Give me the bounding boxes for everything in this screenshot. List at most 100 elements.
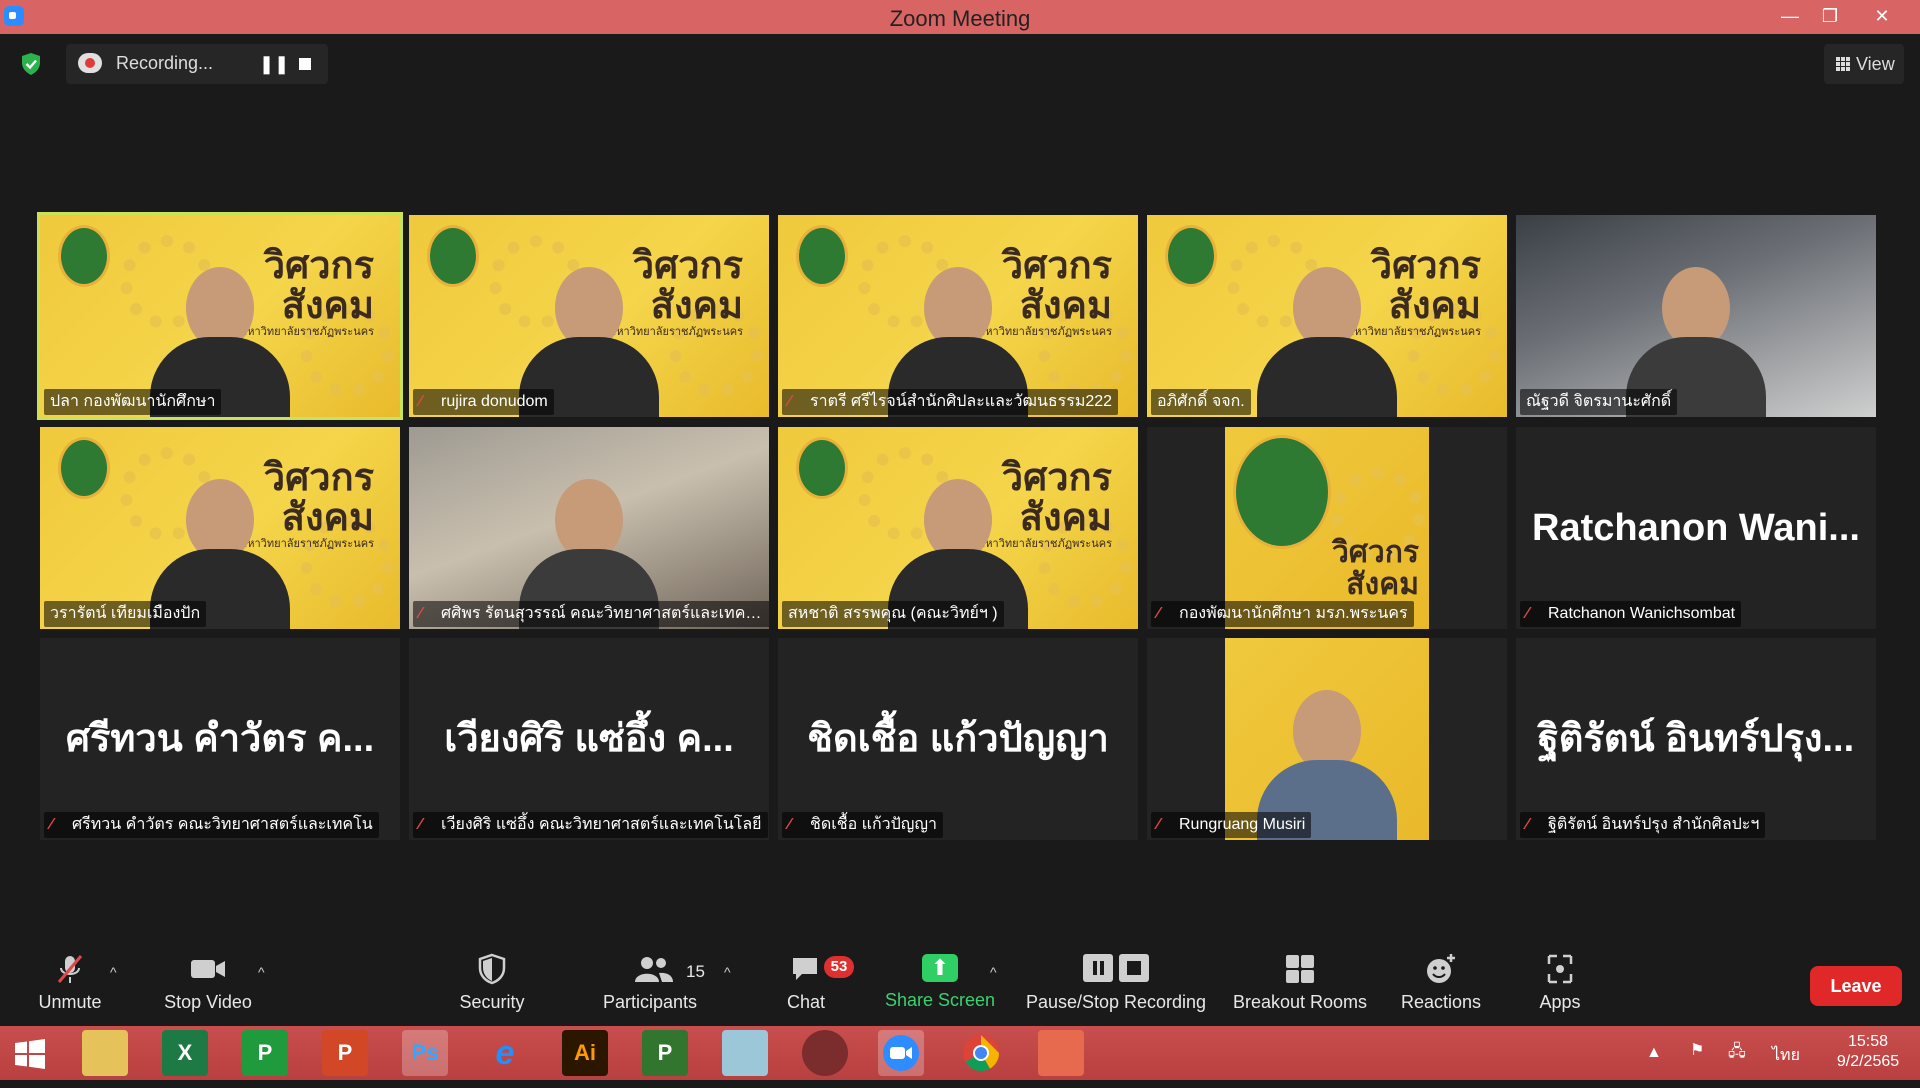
share-screen-icon: ⬆: [922, 954, 958, 982]
video-tile[interactable]: ⁄ Rungruang Musiri: [1147, 638, 1507, 840]
stop-video-button[interactable]: Stop Video: [158, 952, 258, 1013]
minimize-button[interactable]: —: [1770, 2, 1810, 30]
apps-button[interactable]: Apps: [1520, 952, 1600, 1013]
video-tile[interactable]: เวียงศิริ แซ่อึ้ง ค... ⁄ เวียงศิริ แซ่อึ้ง…: [409, 638, 769, 840]
project-icon[interactable]: P: [642, 1030, 688, 1076]
video-tile[interactable]: วิศวกร สังคม มหาวิทยาลัยราชภัฏพระนคร ⁄ ราตรี…: [778, 215, 1138, 417]
participant-name-label: วรารัตน์ เทียมเมืองปัก: [44, 601, 207, 627]
excel-icon[interactable]: X: [162, 1030, 208, 1076]
video-tile[interactable]: ฐิติรัตน์ อินทร์ปรุง... ⁄ ฐิติรัตน์ อินทร์…: [1516, 638, 1876, 840]
zoom-taskbar-icon[interactable]: [878, 1030, 924, 1076]
zoom-camera-icon: [883, 1035, 919, 1071]
microphone-muted-icon: ⁄: [788, 393, 791, 410]
video-tile[interactable]: วิศวกร สังคม มหาวิทยาลัยราชภัฏพระนคร ปลา กอ…: [37, 212, 403, 420]
breakout-rooms-icon: [1286, 955, 1314, 983]
video-tile[interactable]: ชิดเชื้อ แก้วปัญญา ⁄ ชิดเชื้อ แก้วปัญญา: [778, 638, 1138, 840]
notes-icon[interactable]: [722, 1030, 768, 1076]
action-center-flag-icon[interactable]: ⚑: [1690, 1040, 1704, 1060]
participant-name: rujira donudom: [441, 393, 548, 410]
shield-icon: [478, 953, 506, 985]
unmute-button[interactable]: Unmute: [30, 952, 110, 1013]
participant-name: ศศิพร รัตนสุวรรณ์ คณะวิทยาศาสตร์และเทคโน…: [441, 605, 769, 622]
internet-explorer-icon[interactable]: e: [482, 1030, 528, 1076]
participants-label: Participants: [602, 992, 698, 1012]
restore-button[interactable]: ❐: [1810, 2, 1850, 30]
microphone-muted-icon: ⁄: [1526, 605, 1529, 622]
share-screen-label: Share Screen: [884, 990, 996, 1010]
meeting-toolbar: Unmute ^ Stop Video ^ Security 15 Partic…: [0, 944, 1920, 1026]
microphone-muted-icon: ⁄: [788, 816, 791, 833]
participant-name-label: ⁄ ศศิพร รัตนสุวรรณ์ คณะวิทยาศาสตร์และเทคโ…: [413, 601, 769, 627]
university-emblem-icon: [796, 437, 848, 499]
taskbar-clock[interactable]: 15:58 9/2/2565: [1820, 1032, 1916, 1072]
powerpoint-icon[interactable]: P: [322, 1030, 368, 1076]
reactions-button[interactable]: Reactions: [1396, 952, 1486, 1013]
video-tile[interactable]: Ratchanon Wani... ⁄ Ratchanon Wanichsombat: [1516, 427, 1876, 629]
participant-name-label: อภิศักดิ์ จจก.: [1151, 389, 1251, 415]
participant-name: ฐิติรัตน์ อินทร์ปรุง สำนักศิลปะฯ: [1548, 816, 1760, 833]
breakout-rooms-label: Breakout Rooms: [1232, 992, 1368, 1012]
video-tile[interactable]: ณัฐวดี จิตรมานะศักดิ์: [1516, 215, 1876, 417]
video-options-caret[interactable]: ^: [258, 964, 265, 980]
microphone-muted-icon: ⁄: [1157, 816, 1160, 833]
video-tile[interactable]: ศรีทวน คำวัตร ค... ⁄ ศรีทวน คำวัตร คณะวิทย…: [40, 638, 400, 840]
microphone-muted-icon: ⁄: [50, 816, 53, 833]
university-emblem-icon: [1233, 435, 1331, 549]
stop-recording-button[interactable]: [299, 58, 311, 70]
security-shield-icon[interactable]: [20, 52, 42, 76]
share-options-caret[interactable]: ^: [990, 964, 997, 980]
file-explorer-icon[interactable]: [82, 1030, 128, 1076]
illustrator-icon[interactable]: Ai: [562, 1030, 608, 1076]
chrome-icon[interactable]: [958, 1030, 1004, 1076]
participant-name: วรารัตน์ เทียมเมืองปัก: [50, 605, 201, 622]
participants-button[interactable]: 15 Participants: [600, 952, 705, 1013]
language-indicator[interactable]: ไทย: [1772, 1043, 1800, 1068]
video-tile[interactable]: วิศวกร สังคม ⁄ กองพัฒนานักศึกษา มรภ.พระนคร: [1147, 427, 1507, 629]
participant-name: เวียงศิริ แซ่อึ้ง คณะวิทยาศาสตร์และเทคโน…: [441, 816, 762, 833]
tray-overflow-icon[interactable]: ▲: [1646, 1044, 1662, 1062]
video-tile[interactable]: วิศวกร สังคม มหาวิทยาลัยราชภัฏพระนคร สหชาติ…: [778, 427, 1138, 629]
participant-name: กองพัฒนานักศึกษา มรภ.พระนคร: [1179, 605, 1408, 622]
participant-name-overlay: ชิดเชื้อ แก้วปัญญา: [807, 718, 1109, 760]
participants-count: 15: [686, 962, 705, 981]
publisher-icon[interactable]: P: [242, 1030, 288, 1076]
view-button[interactable]: View: [1824, 44, 1904, 84]
network-icon[interactable]: 🖧: [1728, 1040, 1746, 1067]
participant-name: อภิศักดิ์ จจก.: [1157, 393, 1245, 410]
video-tile[interactable]: ⁄ ศศิพร รัตนสุวรรณ์ คณะวิทยาศาสตร์และเทคโ…: [409, 427, 769, 629]
chat-unread-badge: 53: [824, 956, 854, 978]
participant-name-label: ⁄ เวียงศิริ แซ่อึ้ง คณะวิทยาศาสตร์และเทคโ…: [413, 812, 768, 838]
participant-name-label: สหชาติ สรรพคุณ (คณะวิทย์ฯ ): [782, 601, 1004, 627]
participants-options-caret[interactable]: ^: [724, 964, 731, 980]
photoscape-icon[interactable]: [802, 1030, 848, 1076]
leave-button[interactable]: Leave: [1810, 966, 1902, 1006]
pause-stop-recording-label: Pause/Stop Recording: [1025, 992, 1207, 1012]
apps-label: Apps: [1539, 992, 1581, 1012]
clock-time: 15:58: [1847, 1033, 1889, 1050]
window-title: Zoom Meeting: [889, 6, 1031, 31]
video-tile[interactable]: วิศวกร สังคม มหาวิทยาลัยราชภัฏพระนคร อภิศัก…: [1147, 215, 1507, 417]
video-tile[interactable]: วิศวกร สังคม มหาวิทยาลัยราชภัฏพระนคร วรารัต…: [40, 427, 400, 629]
audio-options-caret[interactable]: ^: [110, 964, 117, 980]
office-picture-icon[interactable]: [1038, 1030, 1084, 1076]
participant-name-label: ⁄ กองพัฒนานักศึกษา มรภ.พระนคร: [1151, 601, 1414, 627]
pause-stop-recording-button[interactable]: Pause/Stop Recording: [1024, 952, 1208, 1013]
participant-image: [1225, 638, 1429, 840]
banner-text: วิศวกร สังคม: [1331, 535, 1419, 602]
pause-recording-button[interactable]: ❚❚: [259, 54, 289, 74]
security-button[interactable]: Security: [452, 952, 532, 1013]
participant-name-label: ⁄ ฐิติรัตน์ อินทร์ปรุง สำนักศิลปะฯ: [1520, 812, 1766, 838]
photoshop-icon[interactable]: Ps: [402, 1030, 448, 1076]
chat-button[interactable]: 53 Chat: [776, 952, 854, 1013]
close-button[interactable]: ✕: [1862, 2, 1902, 30]
participant-name: ชิดเชื้อ แก้วปัญญา: [810, 816, 938, 833]
video-tile[interactable]: วิศวกร สังคม มหาวิทยาลัยราชภัฏพระนคร ⁄ rujir…: [409, 215, 769, 417]
windows-start-icon[interactable]: [14, 1038, 46, 1070]
grid-view-icon: [1836, 57, 1850, 71]
participant-name-label: ⁄ Rungruang Musiri: [1151, 812, 1312, 838]
share-screen-button[interactable]: ⬆ Share Screen: [882, 952, 998, 1011]
security-label: Security: [459, 992, 525, 1012]
breakout-rooms-button[interactable]: Breakout Rooms: [1230, 952, 1370, 1013]
participant-name: สหชาติ สรรพคุณ (คณะวิทย์ฯ ): [788, 605, 998, 622]
participant-name: ราตรี ศรีไรจน์สำนักศิปละและวัฒนธรรม222: [810, 393, 1113, 410]
